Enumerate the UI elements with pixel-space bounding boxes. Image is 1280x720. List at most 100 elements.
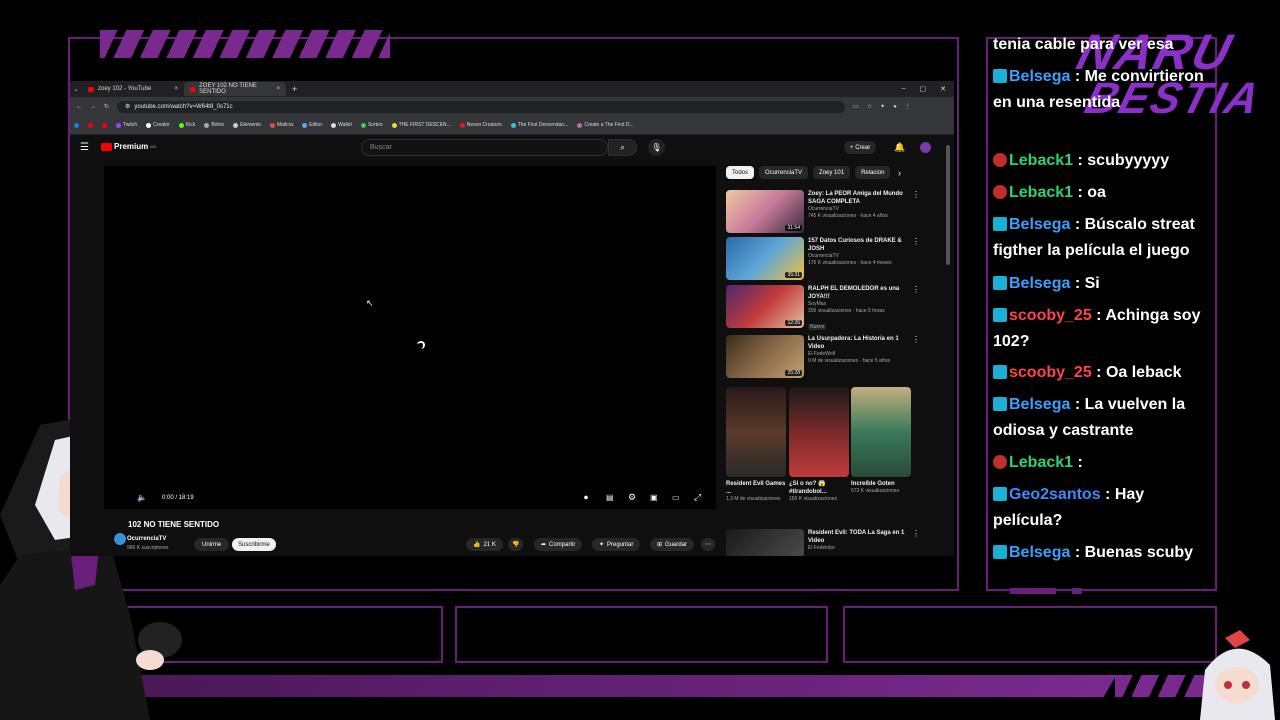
share-button[interactable]: ➦ Compartir bbox=[534, 538, 583, 551]
maximize-icon[interactable]: ▢ bbox=[920, 85, 927, 93]
recommended-video-4[interactable]: 25:28 La Usurpadora: La Historia en 1 Vi… bbox=[726, 335, 926, 379]
mascot-avatar bbox=[1200, 630, 1275, 720]
bookmark-kick[interactable]: Kick bbox=[178, 122, 195, 128]
short-1[interactable]: Resident Evil Games ... 1,3 M de visuali… bbox=[726, 387, 786, 503]
video-thumbnail: 35:31 bbox=[726, 237, 804, 280]
save-button[interactable]: ⊞ Guardar bbox=[650, 538, 695, 551]
mic-icon[interactable]: 🎙 bbox=[648, 139, 665, 156]
bookmark-editor[interactable]: Editor bbox=[302, 122, 322, 128]
short-2[interactable]: ¿Sí o no? 😱 #tirandobol... 150 K visuali… bbox=[789, 387, 849, 503]
chat-text: Si bbox=[1084, 275, 1100, 292]
chat-username[interactable]: Belsega bbox=[1009, 396, 1070, 413]
profile-icon[interactable]: ● bbox=[893, 104, 897, 110]
bookmark-star-icon[interactable]: ☆ bbox=[867, 103, 872, 110]
tab-list-icon[interactable]: ⌄ bbox=[70, 86, 82, 93]
search-button[interactable]: ⌕ bbox=[608, 139, 637, 156]
bookmark-first-descendant[interactable]: THE FIRST DESCEN... bbox=[391, 122, 451, 128]
hamburger-menu-icon[interactable]: ☰ bbox=[80, 142, 89, 153]
subscribe-button[interactable]: Suscribirme bbox=[232, 538, 276, 551]
chat-username[interactable]: scooby_25 bbox=[1009, 307, 1092, 324]
more-actions-button[interactable]: ⋯ bbox=[701, 538, 715, 551]
chat-username[interactable]: scooby_25 bbox=[1009, 364, 1092, 381]
chip-zoey101[interactable]: Zoey 101 bbox=[813, 166, 851, 179]
video-player[interactable]: ↖ bbox=[104, 166, 716, 509]
tab-current-video[interactable]: ZOEY 102 NO TIENE SENTIDO × bbox=[184, 82, 286, 96]
account-avatar[interactable] bbox=[920, 142, 931, 153]
bookmark-create-first[interactable]: Create a The First D... bbox=[577, 122, 634, 128]
cast-icon[interactable]: ▭ bbox=[853, 103, 859, 110]
share-label: Compartir bbox=[549, 541, 576, 548]
channel-avatar[interactable] bbox=[114, 533, 126, 545]
recommended-video-2[interactable]: 35:31 157 Datos Curiosos de DRAKE & JOSH… bbox=[726, 237, 926, 281]
recommended-video-1[interactable]: 31:54 Zoey: La PEOR Amiga del Mundo SAGA… bbox=[726, 190, 926, 234]
settings-gear-icon[interactable]: ⚙ bbox=[628, 492, 636, 503]
youtube-logo[interactable]: Premium MX bbox=[101, 142, 156, 151]
chat-username[interactable]: Belsega bbox=[1009, 544, 1070, 561]
search-input[interactable]: Buscar bbox=[361, 139, 608, 156]
chat-username[interactable]: Belsega bbox=[1009, 275, 1070, 292]
chip-ocurrenciatv[interactable]: OcurrenciaTV bbox=[759, 166, 809, 179]
forward-icon[interactable]: → bbox=[90, 104, 96, 110]
back-icon[interactable]: ← bbox=[76, 104, 82, 110]
video-options-icon[interactable]: ⋮ bbox=[912, 237, 920, 281]
short-views: 1,3 M de visualizaciones bbox=[726, 496, 781, 502]
volume-icon[interactable]: 🔈 bbox=[137, 493, 147, 502]
join-button[interactable]: Unirme bbox=[194, 538, 230, 551]
short-3[interactable]: Increíble Goten 573 K visualizaciones bbox=[851, 387, 911, 495]
youtube-bookmark-icon-2[interactable] bbox=[102, 122, 107, 128]
notifications-bell-icon[interactable]: 🔔 bbox=[894, 142, 905, 153]
bookmark-creator[interactable]: Creator bbox=[146, 122, 170, 128]
bookmark-twitch[interactable]: Twitch bbox=[116, 122, 137, 128]
create-button[interactable]: + Crear bbox=[844, 141, 877, 154]
video-title-text: RALPH EL DEMOLEDOR es una JOYA!!! bbox=[808, 286, 900, 300]
subtitles-icon[interactable]: ▤ bbox=[606, 493, 614, 502]
bookmark-first-descendant-2[interactable]: The First Descendan... bbox=[510, 122, 568, 128]
address-bar[interactable]: ⚙ youtube.com/watch?v=W64t8_0s71c bbox=[117, 100, 846, 113]
video-options-icon[interactable]: ⋮ bbox=[912, 190, 920, 234]
chat-username[interactable]: Belsega bbox=[1009, 216, 1070, 233]
chat-username[interactable]: Leback1 bbox=[1009, 152, 1073, 169]
close-window-icon[interactable]: ✕ bbox=[940, 85, 946, 93]
dislike-button[interactable]: 👎 bbox=[508, 538, 524, 551]
close-tab-icon[interactable]: × bbox=[174, 86, 178, 92]
chat-username[interactable]: Geo2santos bbox=[1009, 486, 1101, 503]
video-options-icon[interactable]: ⋮ bbox=[912, 285, 920, 329]
chat-username[interactable]: Leback1 bbox=[1009, 184, 1073, 201]
video-options-icon[interactable]: ⋮ bbox=[912, 529, 920, 556]
reload-icon[interactable]: ↻ bbox=[104, 103, 109, 110]
bookmark-nexon[interactable]: Nexon Creators bbox=[459, 122, 502, 128]
bookmark-sorteo[interactable]: Sorteo bbox=[360, 122, 383, 128]
video-options-icon[interactable]: ⋮ bbox=[912, 335, 920, 379]
bookmark-botrix[interactable]: Botrix bbox=[204, 122, 224, 128]
recommended-video-5[interactable]: Resident Evil: TODA La Saga en 1 Video E… bbox=[726, 529, 926, 556]
chat-username[interactable]: Belsega bbox=[1009, 68, 1070, 85]
minimize-icon[interactable]: – bbox=[902, 85, 906, 93]
bookmark-label: Botrix bbox=[211, 122, 225, 128]
bookmark-elements[interactable]: Elements bbox=[233, 122, 261, 128]
tab-zoey-youtube[interactable]: zoey 102 - YouTube × bbox=[82, 82, 184, 96]
bookmark-mailcra[interactable]: Mailcra bbox=[269, 122, 293, 128]
miniplayer-icon[interactable]: ▣ bbox=[650, 493, 658, 502]
scrollbar[interactable] bbox=[946, 145, 950, 265]
chips-next-icon[interactable]: › bbox=[898, 168, 901, 178]
fullscreen-icon[interactable]: ⤢ bbox=[694, 492, 701, 503]
bookmark-wallet[interactable]: Wallet bbox=[331, 122, 352, 128]
site-info-icon[interactable]: ⚙ bbox=[125, 103, 130, 110]
extensions-icon[interactable]: ✦ bbox=[880, 103, 885, 110]
facebook-bookmark-icon[interactable] bbox=[74, 122, 79, 128]
like-button[interactable]: 👍 21 K bbox=[466, 538, 503, 551]
youtube-favicon-icon bbox=[88, 86, 94, 92]
new-tab-icon[interactable]: + bbox=[292, 84, 297, 94]
cast-video-icon[interactable]: ▭ bbox=[672, 493, 680, 502]
autoplay-toggle-icon[interactable]: ⏺ bbox=[584, 493, 588, 503]
chip-relacion[interactable]: Relacion bbox=[855, 166, 891, 179]
close-tab-icon[interactable]: × bbox=[276, 86, 280, 92]
chip-todos[interactable]: Todos bbox=[726, 166, 755, 179]
chat-username[interactable]: Leback1 bbox=[1009, 454, 1073, 471]
recommended-video-3[interactable]: 12:26 RALPH EL DEMOLEDOR es una JOYA!!! … bbox=[726, 285, 926, 330]
bookmark-label: Elements bbox=[240, 122, 261, 128]
channel-name[interactable]: OcurrenciaTV bbox=[127, 536, 166, 542]
ask-button[interactable]: ✦ Preguntar bbox=[592, 538, 641, 551]
menu-dots-icon[interactable]: ⋮ bbox=[905, 103, 911, 110]
youtube-bookmark-icon[interactable] bbox=[88, 122, 93, 128]
